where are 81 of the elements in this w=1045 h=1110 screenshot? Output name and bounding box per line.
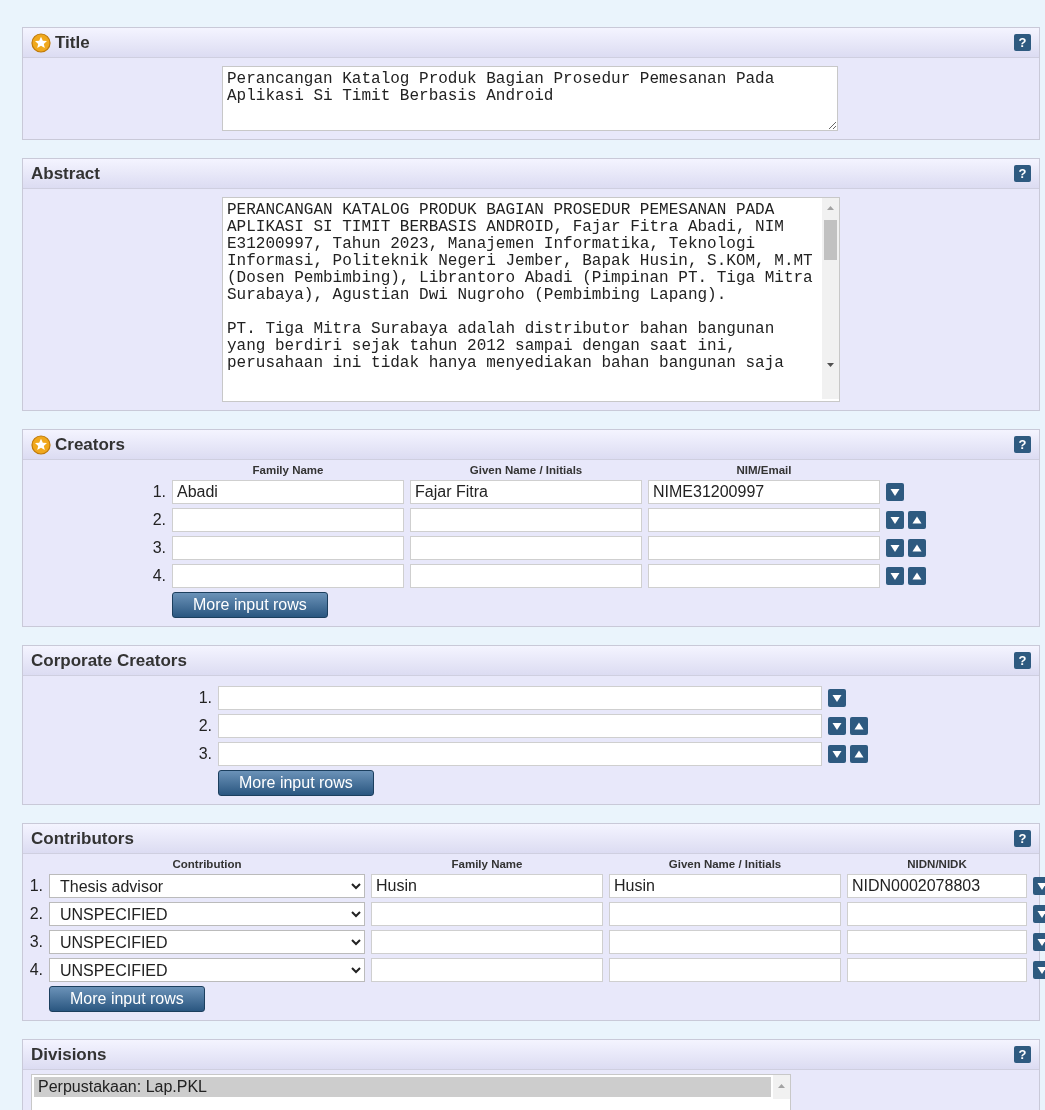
section-title: Corporate Creators [31,650,188,671]
title-field[interactable]: Perancangan Katalog Produk Bagian Prosedur Pemesanan Pada Aplikasi Si Timit Berbasis Android [222,66,838,131]
more-rows-button[interactable]: More input rows [172,592,328,618]
help-button[interactable]: ? [1014,652,1031,669]
text-input[interactable]: NIDN0002078803 [847,874,1027,898]
list-item[interactable]: Perpustakaan: Lap.PKL [34,1077,771,1097]
move-up-icon[interactable] [850,745,868,763]
contribution-dropdown[interactable]: Thesis advisor [49,874,365,898]
text-input[interactable] [371,930,603,954]
text-input[interactable]: Fajar Fitra [410,480,642,504]
row-number: 1. [151,483,166,501]
row-number: 4. [28,961,43,979]
row-number: 1. [197,689,212,707]
column-header: NIDN/NIDK [906,858,968,870]
text-input[interactable]: NIME31200997 [648,480,880,504]
help-button[interactable]: ? [1014,436,1031,453]
help-button[interactable]: ? [1014,165,1031,182]
row-number: 2. [197,717,212,735]
column-header: NIM/Email [735,464,793,476]
text-input[interactable] [218,686,822,710]
text-input[interactable]: Husin [371,874,603,898]
move-down-icon[interactable] [886,511,904,529]
row-number: 3. [28,933,43,951]
row-number: 3. [197,745,212,763]
text-input[interactable] [648,536,880,560]
text-input[interactable] [172,536,404,560]
column-header: Family Name [251,464,325,476]
text-input[interactable] [648,564,880,588]
scrollbar[interactable] [773,1075,790,1099]
text-input[interactable] [218,714,822,738]
more-rows-button[interactable]: More input rows [218,770,374,796]
text-input[interactable] [410,508,642,532]
row-number: 3. [151,539,166,557]
text-input[interactable] [609,930,841,954]
abstract-field[interactable]: PERANCANGAN KATALOG PRODUK BAGIAN PROSEDUR PEMESANAN PADA APLIKASI SI TIMIT BERBASIS ANDROID, Fajar Fitra Abadi, NIM E31200997, Tahun 2023, Manajemen Informatika, Teknologi Informasi, Politeknik Negeri Jember, Bapak Husin, S.KOM, M.MT (Dosen Pembimbing), Librantoro Abadi (Pimpinan PT. Tiga Mitra Surabaya), Agustian Dwi Nugroho (Pembimbing Lapang). PT. Tiga Mitra Surabaya adalah distributor bahan bangunan yang berdiri sejak tahun 2012 sampai dengan saat ini, perusahaan ini tidak hanya menyediakan bahan bangunan saja [222,197,841,402]
row-number: 2. [151,511,166,529]
move-down-icon[interactable] [886,539,904,557]
move-down-icon[interactable] [828,689,846,707]
move-up-icon[interactable] [850,717,868,735]
move-up-icon[interactable] [908,511,926,529]
section-title: Creators [55,434,126,455]
text-input[interactable] [847,930,1027,954]
move-down-icon[interactable] [828,717,846,735]
move-down-icon[interactable] [886,483,904,501]
text-input[interactable] [648,508,880,532]
column-header: Family Name [450,858,524,870]
text-input[interactable] [410,564,642,588]
text-input[interactable] [371,902,603,926]
text-input[interactable] [847,902,1027,926]
text-input[interactable]: Husin [609,874,841,898]
contribution-dropdown[interactable]: UNSPECIFIED [49,930,365,954]
move-down-icon[interactable] [828,745,846,763]
scrollbar[interactable] [822,198,840,399]
column-header: Given Name / Initials [468,464,584,476]
column-header: Contribution [171,858,243,870]
text-input[interactable] [371,958,603,982]
text-input[interactable] [218,742,822,766]
text-input[interactable] [172,564,404,588]
move-down-icon[interactable] [886,567,904,585]
more-rows-button[interactable]: More input rows [49,986,205,1012]
move-up-icon[interactable] [908,539,926,557]
section-title: Contributors [31,828,135,849]
row-number: 1. [28,877,43,895]
contribution-dropdown[interactable]: UNSPECIFIED [49,902,365,926]
help-button[interactable]: ? [1014,34,1031,51]
contribution-dropdown[interactable]: UNSPECIFIED [49,958,365,982]
help-button[interactable]: ? [1014,830,1031,847]
move-up-icon[interactable] [908,567,926,585]
section-title: Divisions [31,1044,108,1065]
text-input[interactable]: Abadi [172,480,404,504]
help-button[interactable]: ? [1014,1046,1031,1063]
section-title: Abstract [31,163,101,184]
text-input[interactable] [172,508,404,532]
text-input[interactable] [410,536,642,560]
text-input[interactable] [847,958,1027,982]
row-number: 4. [151,567,166,585]
section-title: Title [55,32,91,53]
text-input[interactable] [609,902,841,926]
column-header: Given Name / Initials [667,858,783,870]
text-input[interactable] [609,958,841,982]
row-number: 2. [28,905,43,923]
